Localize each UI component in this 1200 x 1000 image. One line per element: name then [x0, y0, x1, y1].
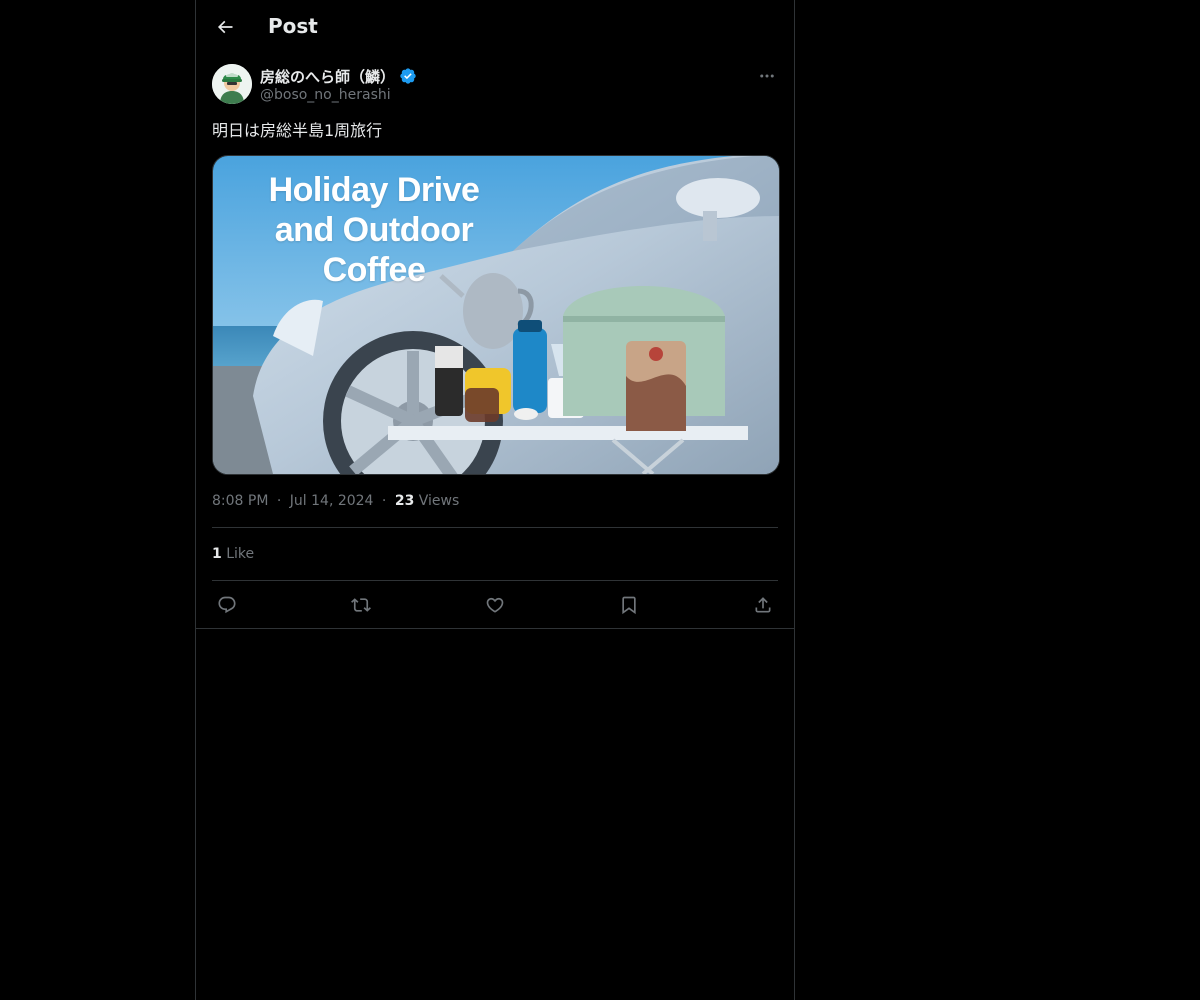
page-title: Post [268, 14, 318, 38]
views-count: 23 [394, 493, 415, 509]
post-column: Post 房総のへら師（鱗） @boso_no_herashi 明日は房総半島1… [195, 0, 795, 1000]
back-button[interactable] [208, 10, 242, 44]
media-title-line1: Holiday Drive [268, 171, 480, 209]
media-title-text: Holiday Drive and Outdoor Coffee [229, 170, 519, 290]
share-icon [755, 597, 771, 613]
more-horizontal-icon [760, 74, 774, 78]
share-button[interactable] [750, 592, 776, 618]
meta-separator: · [276, 493, 282, 509]
avatar[interactable] [212, 64, 252, 104]
author-handle[interactable]: @boso_no_herashi [260, 87, 391, 103]
divider [212, 580, 778, 581]
repost-icon [351, 598, 371, 612]
repost-button[interactable] [348, 592, 374, 618]
more-options-button[interactable] [756, 66, 778, 86]
likes-label: Like [226, 546, 255, 562]
author-name[interactable]: 房総のへら師（鱗） [260, 66, 395, 87]
tweet-text: 明日は房総半島1周旅行 [212, 121, 383, 140]
arrow-left-icon [217, 20, 233, 34]
author-name-wrap: 房総のへら師（鱗） [260, 66, 417, 86]
meta-separator: · [381, 493, 387, 509]
heart-icon [486, 597, 504, 613]
tweet-date[interactable]: Jul 14, 2024 [290, 493, 374, 509]
header-bar: Post [196, 0, 794, 53]
likes-link[interactable]: 1 Like [212, 543, 254, 565]
bookmark-icon [622, 596, 636, 615]
author-row: 房総のへら師（鱗） @boso_no_herashi [212, 64, 778, 108]
reply-icon [218, 596, 236, 614]
bottom-divider [196, 628, 794, 629]
tweet-time[interactable]: 8:08 PM [212, 493, 268, 509]
media-title-line2: and Outdoor Coffee [274, 211, 474, 289]
bookmark-button[interactable] [616, 592, 642, 618]
tweet-meta: 8:08 PM · Jul 14, 2024 · 23 Views [212, 490, 459, 512]
tweet-media-image[interactable]: Holiday Drive and Outdoor Coffee [212, 155, 780, 475]
likes-count: 1 [212, 546, 222, 562]
reply-button[interactable] [214, 592, 240, 618]
views-label: Views [418, 493, 460, 509]
action-bar [212, 590, 778, 620]
like-button[interactable] [482, 592, 508, 618]
verified-badge-icon [399, 67, 417, 85]
divider [212, 527, 778, 528]
